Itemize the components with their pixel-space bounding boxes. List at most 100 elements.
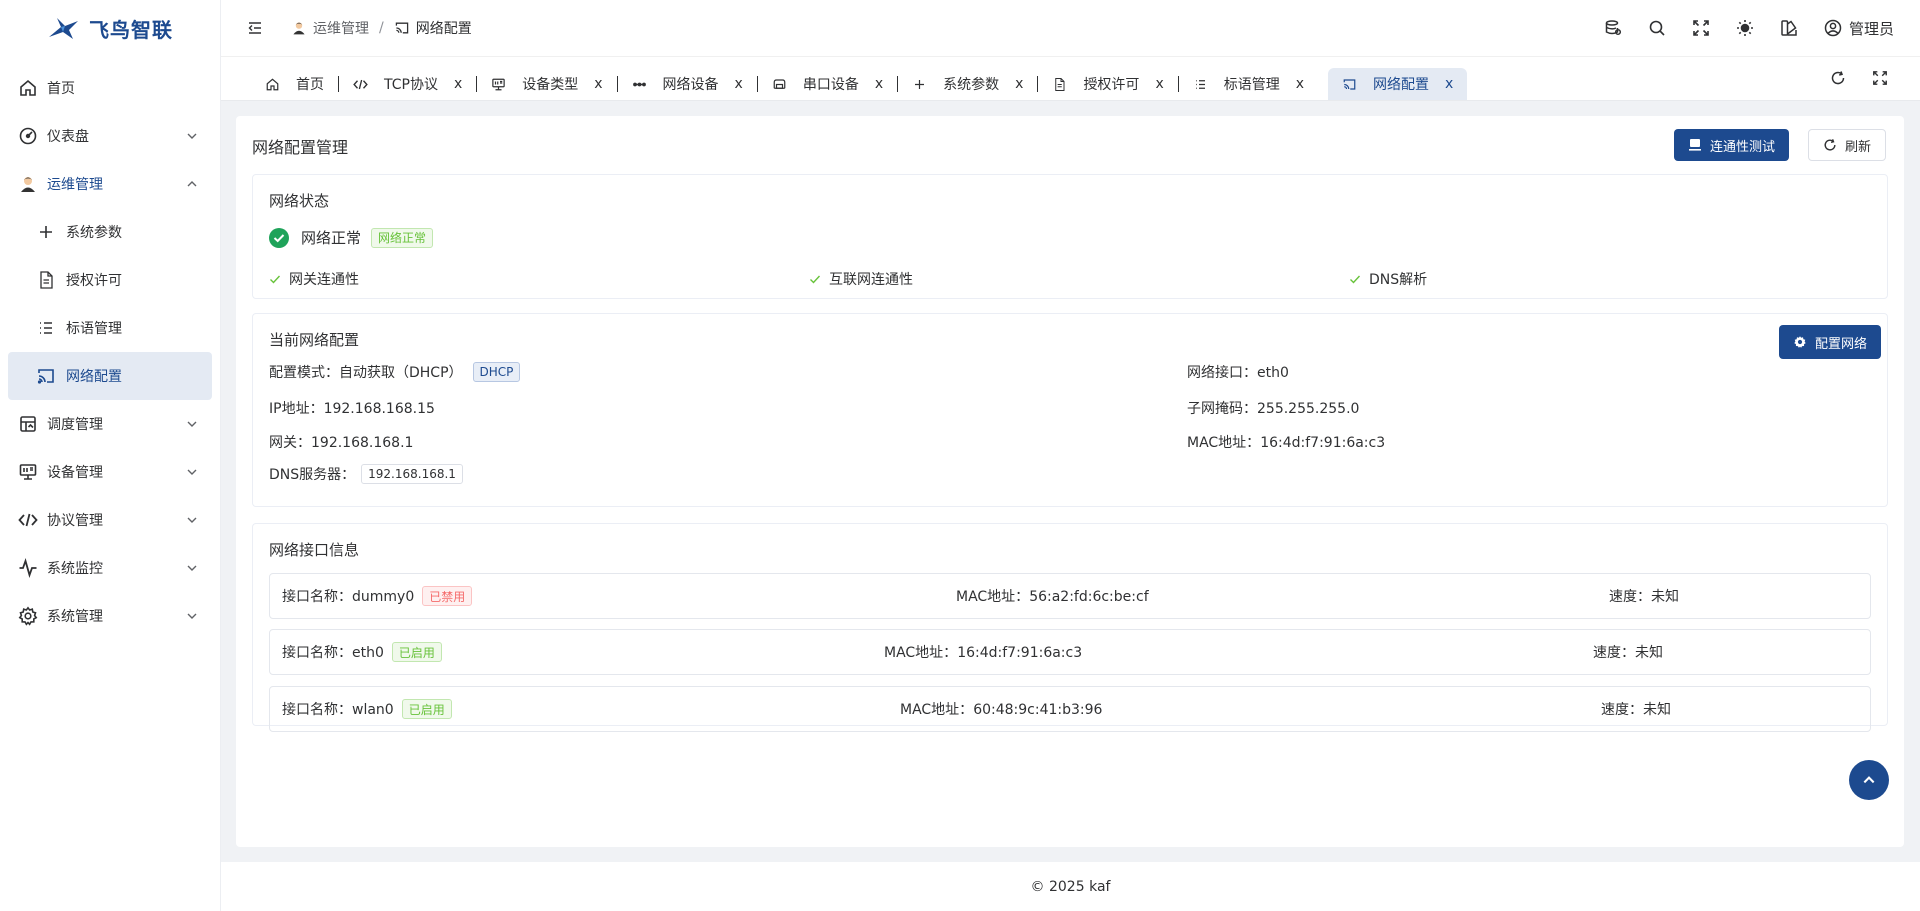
user-circle-icon [1824, 19, 1842, 37]
sidebar-item-schedule[interactable]: 调度管理 [0, 400, 220, 448]
tab-serial-device[interactable]: 串口设备 x [758, 68, 897, 100]
button-label: 连通性测试 [1710, 139, 1776, 155]
tab-network-config[interactable]: 网络配置 x [1328, 68, 1468, 100]
home-icon [20, 79, 36, 96]
connectivity-test-button[interactable]: 连通性测试 [1674, 129, 1790, 161]
gateway-value: 192.168.168.1 [311, 435, 414, 451]
refresh-button[interactable]: 刷新 [1808, 129, 1887, 161]
sidebar-item-ops[interactable]: 运维管理 [0, 160, 220, 208]
tab-network-device[interactable]: 网络设备 x [618, 68, 757, 100]
check-label: DNS解析 [1369, 272, 1428, 288]
fullscreen-icon[interactable] [1872, 70, 1888, 86]
cast-icon [37, 369, 54, 384]
tab-label: 串口设备 [802, 77, 859, 93]
speed-label: 速度： [1601, 702, 1643, 718]
tab-label: 网络设备 [662, 77, 719, 93]
sidebar-item-network-config[interactable]: 网络配置 [8, 352, 212, 400]
name-label: 接口名称： [282, 589, 352, 605]
gear-icon [18, 606, 38, 626]
status-badge: 网络正常 [371, 227, 434, 248]
tab-close-icon[interactable]: x [1296, 76, 1304, 92]
tab-license[interactable]: 授权许可 x [1038, 68, 1177, 100]
sidebar-item-protocol[interactable]: 协议管理 [0, 496, 220, 544]
network-link-icon [632, 82, 646, 86]
check-dns: DNS解析 [1349, 269, 1427, 289]
config-dns: DNS服务器： 192.168.168.1 [269, 464, 463, 484]
footer: © 2025 kaf [221, 862, 1920, 911]
configure-network-button[interactable]: 配置网络 [1779, 325, 1882, 359]
dns-value: 192.168.168.1 [361, 464, 463, 484]
status-badge: 已启用 [401, 699, 452, 719]
reload-icon[interactable] [1830, 70, 1846, 86]
dns-label: DNS服务器： [269, 467, 356, 483]
sidebar-item-system-params[interactable]: 系统参数 [0, 208, 220, 256]
sidebar-item-slogan[interactable]: 标语管理 [0, 304, 220, 352]
sidebar-item-label: 运维管理 [47, 177, 103, 193]
breadcrumb-label: 网络配置 [415, 21, 472, 37]
card-title: 网络状态 [269, 192, 330, 210]
interface-speed: 速度：未知 [1601, 687, 1671, 731]
plus-icon [40, 226, 52, 238]
back-to-top-button[interactable] [1849, 760, 1889, 800]
tab-label: 系统参数 [943, 77, 1000, 93]
name-value: dummy0 [352, 589, 415, 605]
document-icon [40, 271, 53, 289]
tabs-tools [1830, 70, 1888, 86]
chevron-down-icon [187, 421, 197, 427]
sidebar-item-label: 系统监控 [47, 561, 103, 577]
breadcrumb-item-ops[interactable]: 运维管理 [291, 18, 369, 38]
collapse-menu-icon[interactable] [247, 20, 263, 36]
sidebar-item-license[interactable]: 授权许可 [0, 256, 220, 304]
logo-text: 飞鸟智联 [89, 17, 173, 42]
tab-close-icon[interactable]: x [1015, 76, 1023, 92]
sun-theme-icon[interactable] [1736, 19, 1754, 37]
logo[interactable]: 飞鸟智联 [0, 0, 220, 56]
mac-label: MAC地址： [1187, 435, 1261, 451]
tab-close-icon[interactable]: x [1445, 76, 1453, 92]
sidebar-item-monitor[interactable]: 系统监控 [0, 544, 220, 592]
interface-mac: MAC地址：56:a2:fd:6c:be:cf [956, 574, 1149, 618]
check-label: 网关连通性 [289, 272, 359, 288]
sidebar-item-device[interactable]: 设备管理 [0, 448, 220, 496]
tab-close-icon[interactable]: x [875, 76, 883, 92]
check-icon [270, 275, 281, 284]
tab-home[interactable]: 首页 [251, 68, 338, 100]
tab-device-type[interactable]: 设备类型 x [477, 68, 616, 100]
tab-close-icon[interactable]: x [735, 76, 743, 92]
tab-close-icon[interactable]: x [1155, 76, 1163, 92]
chevron-up-icon [187, 181, 197, 187]
interface-label: 网络接口： [1187, 365, 1257, 381]
tab-label: 首页 [296, 77, 324, 93]
database-icon[interactable] [1604, 19, 1622, 37]
cast-icon [1343, 78, 1356, 90]
dhcp-badge: DHCP [472, 362, 521, 382]
tab-label: 设备类型 [522, 77, 579, 93]
page-title: 网络配置管理 [252, 138, 349, 157]
home-icon [266, 77, 279, 90]
gateway-label: 网关： [269, 435, 311, 451]
user-menu[interactable]: 管理员 [1824, 18, 1894, 39]
sidebar-item-home[interactable]: 首页 [0, 64, 220, 112]
tab-tcp[interactable]: TCP协议 x [339, 68, 476, 100]
tab-system-params[interactable]: 系统参数 x [898, 68, 1037, 100]
interfaces-card: 网络接口信息 接口名称：dummy0 已禁用 MAC地址：56:a2:fd:6c… [252, 523, 1888, 732]
tab-close-icon[interactable]: x [594, 76, 602, 92]
check-icon [1350, 275, 1361, 284]
code-icon [18, 513, 38, 527]
ip-value: 192.168.168.15 [323, 401, 435, 417]
status-badge: 已禁用 [422, 586, 473, 606]
palette-icon[interactable] [1780, 19, 1798, 37]
speed-value: 未知 [1643, 702, 1671, 718]
check-circle-icon [269, 227, 289, 248]
sidebar-item-label: 调度管理 [47, 417, 103, 433]
tab-slogan[interactable]: 标语管理 x [1179, 68, 1318, 100]
tab-close-icon[interactable]: x [454, 76, 462, 92]
fullscreen-icon[interactable] [1692, 19, 1710, 37]
sidebar-item-system[interactable]: 系统管理 [0, 592, 220, 640]
search-icon[interactable] [1648, 19, 1666, 37]
config-ip: IP地址：192.168.168.15 [269, 398, 435, 418]
sidebar-item-dashboard[interactable]: 仪表盘 [0, 112, 220, 160]
user-name: 管理员 [1848, 19, 1894, 38]
name-value: eth0 [352, 645, 384, 661]
config-gateway: 网关：192.168.168.1 [269, 432, 413, 452]
